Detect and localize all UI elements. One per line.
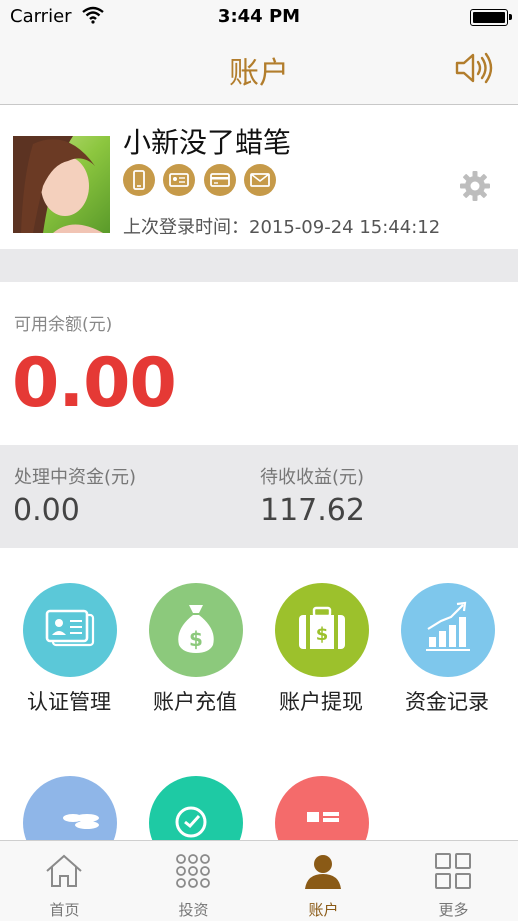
verification-management-button[interactable]: 认证管理 — [9, 548, 129, 714]
fund-records-button[interactable]: 资金记录 — [387, 548, 507, 714]
balance-section: 可用余额(元) 0.00 — [0, 282, 518, 445]
bank-card-icon[interactable] — [204, 164, 236, 196]
svg-text:$: $ — [316, 624, 329, 645]
money-bag-icon: $ — [149, 583, 243, 677]
processing-funds-value: 0.00 — [13, 493, 80, 528]
withdraw-label: 账户提现 — [279, 690, 363, 714]
tab-invest-label: 投资 — [178, 901, 209, 919]
tab-more[interactable]: 更多 — [389, 841, 518, 921]
available-balance-label: 可用余额(元) — [14, 315, 113, 335]
profile-card: 小新没了蜡笔 上次登录时间：2015-09-24 15:44:12 — [0, 105, 518, 249]
pending-income-label: 待收收益(元) — [260, 467, 365, 488]
tab-home-label: 首页 — [49, 901, 80, 919]
section-divider — [0, 249, 518, 282]
gear-icon[interactable] — [459, 170, 491, 202]
withdraw-button[interactable]: $ 账户提现 — [261, 548, 381, 714]
recharge-label: 账户充值 — [153, 690, 237, 714]
squares-icon — [435, 853, 471, 889]
home-icon — [46, 854, 82, 887]
tab-account-label: 账户 — [308, 901, 339, 919]
mail-icon[interactable] — [244, 164, 276, 196]
username: 小新没了蜡笔 — [123, 126, 292, 159]
fund-records-label: 资金记录 — [405, 690, 489, 714]
tab-account[interactable]: 账户 — [259, 841, 388, 921]
avatar[interactable] — [13, 136, 110, 233]
clock: 3:44 PM — [217, 6, 301, 27]
tab-bar: 首页 投资 账户 更多 — [0, 840, 518, 921]
speaker-icon[interactable] — [454, 50, 496, 86]
available-balance-value: 0.00 — [12, 344, 177, 423]
last-login-time: 上次登录时间：2015-09-24 15:44:12 — [123, 217, 441, 238]
pending-income-value: 117.62 — [260, 493, 365, 528]
tab-home[interactable]: 首页 — [0, 841, 129, 921]
status-bar: Carrier 3:44 PM — [0, 0, 518, 34]
page-title: 账户 — [229, 56, 289, 91]
tab-invest[interactable]: 投资 — [129, 841, 258, 921]
funds-summary: 处理中资金(元) 0.00 待收收益(元) 117.62 — [0, 445, 518, 548]
dots-grid-icon — [176, 854, 210, 888]
bar-chart-icon — [401, 583, 495, 677]
processing-funds-label: 处理中资金(元) — [14, 467, 137, 488]
suitcase-dollar-icon: $ — [275, 583, 369, 677]
id-card-icon — [23, 583, 117, 677]
tab-more-label: 更多 — [438, 901, 469, 919]
battery-icon — [470, 9, 512, 26]
user-icon — [305, 855, 341, 889]
id-card-icon[interactable] — [163, 164, 195, 196]
svg-text:$: $ — [189, 627, 203, 651]
feature-grid: 认证管理 $ 账户充值 $ 账户提现 资金记录 — [0, 548, 518, 870]
verification-management-label: 认证管理 — [27, 690, 111, 714]
nav-bar: 账户 — [0, 34, 518, 105]
phone-icon[interactable] — [123, 164, 155, 196]
recharge-button[interactable]: $ 账户充值 — [135, 548, 255, 714]
